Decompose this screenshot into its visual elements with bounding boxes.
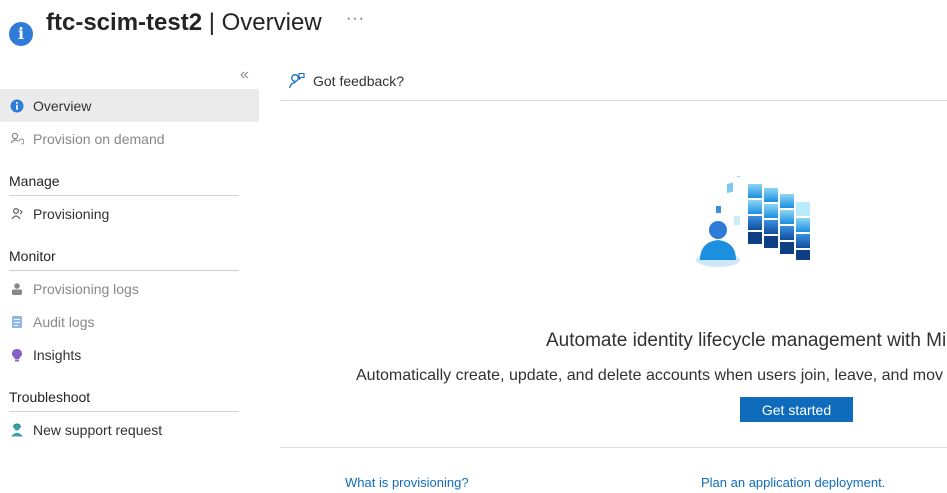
empty-state-headline: Automate identity lifecycle management w… (546, 330, 947, 351)
empty-state-description: Automatically create, update, and delete… (356, 367, 944, 384)
app-name: ftc-scim-test2 (46, 9, 203, 36)
section-manage: Manage (9, 173, 239, 196)
provisioning-icon (11, 207, 23, 219)
sidebar-item-provisioning-logs[interactable]: Provisioning logs (0, 272, 259, 305)
info-icon (10, 99, 24, 112)
sidebar-item-label: Provision on demand (33, 130, 165, 147)
section-troubleshoot: Troubleshoot (9, 389, 239, 412)
title-separator: | (202, 9, 222, 36)
audit-log-icon (12, 315, 22, 328)
sidebar-item-label: Provisioning (33, 205, 110, 222)
sidebar-item-label: Audit logs (33, 313, 95, 330)
page-name: Overview (221, 9, 322, 36)
section-monitor: Monitor (9, 248, 239, 271)
sidebar-item-provision-on-demand[interactable]: Provision on demand (0, 122, 259, 155)
collapse-sidebar-button[interactable]: « (240, 66, 249, 84)
what-is-provisioning-link[interactable]: What is provisioning? (345, 475, 469, 490)
sidebar-item-label: New support request (33, 421, 163, 438)
sidebar-item-new-support-request[interactable]: New support request (0, 413, 259, 446)
sidebar-item-label: Overview (33, 97, 92, 114)
toolbar-divider (280, 100, 947, 101)
feedback-button[interactable]: Got feedback? (288, 72, 404, 89)
user-log-icon (12, 282, 22, 295)
plan-deployment-link[interactable]: Plan an application deployment. (701, 475, 885, 490)
sidebar-item-audit-logs[interactable]: Audit logs (0, 305, 259, 338)
support-person-icon (11, 423, 23, 436)
insights-bulb-icon (12, 348, 22, 361)
provision-user-icon (10, 132, 24, 145)
feedback-label: Got feedback? (313, 72, 405, 89)
sidebar-item-label: Insights (33, 346, 82, 363)
sidebar-item-insights[interactable]: Insights (0, 338, 259, 371)
info-icon: i (9, 22, 33, 46)
feedback-person-icon (288, 72, 305, 89)
content-divider (280, 447, 947, 448)
sidebar-item-label: Provisioning logs (33, 280, 139, 297)
sidebar-item-provisioning[interactable]: Provisioning (0, 197, 259, 230)
get-started-button[interactable]: Get started (740, 397, 853, 422)
more-options-button[interactable]: ··· (346, 10, 365, 28)
page-title: ftc-scim-test2 | Overview (46, 8, 322, 38)
sidebar-item-overview[interactable]: Overview (0, 89, 259, 122)
identity-provisioning-illustration (696, 176, 810, 267)
